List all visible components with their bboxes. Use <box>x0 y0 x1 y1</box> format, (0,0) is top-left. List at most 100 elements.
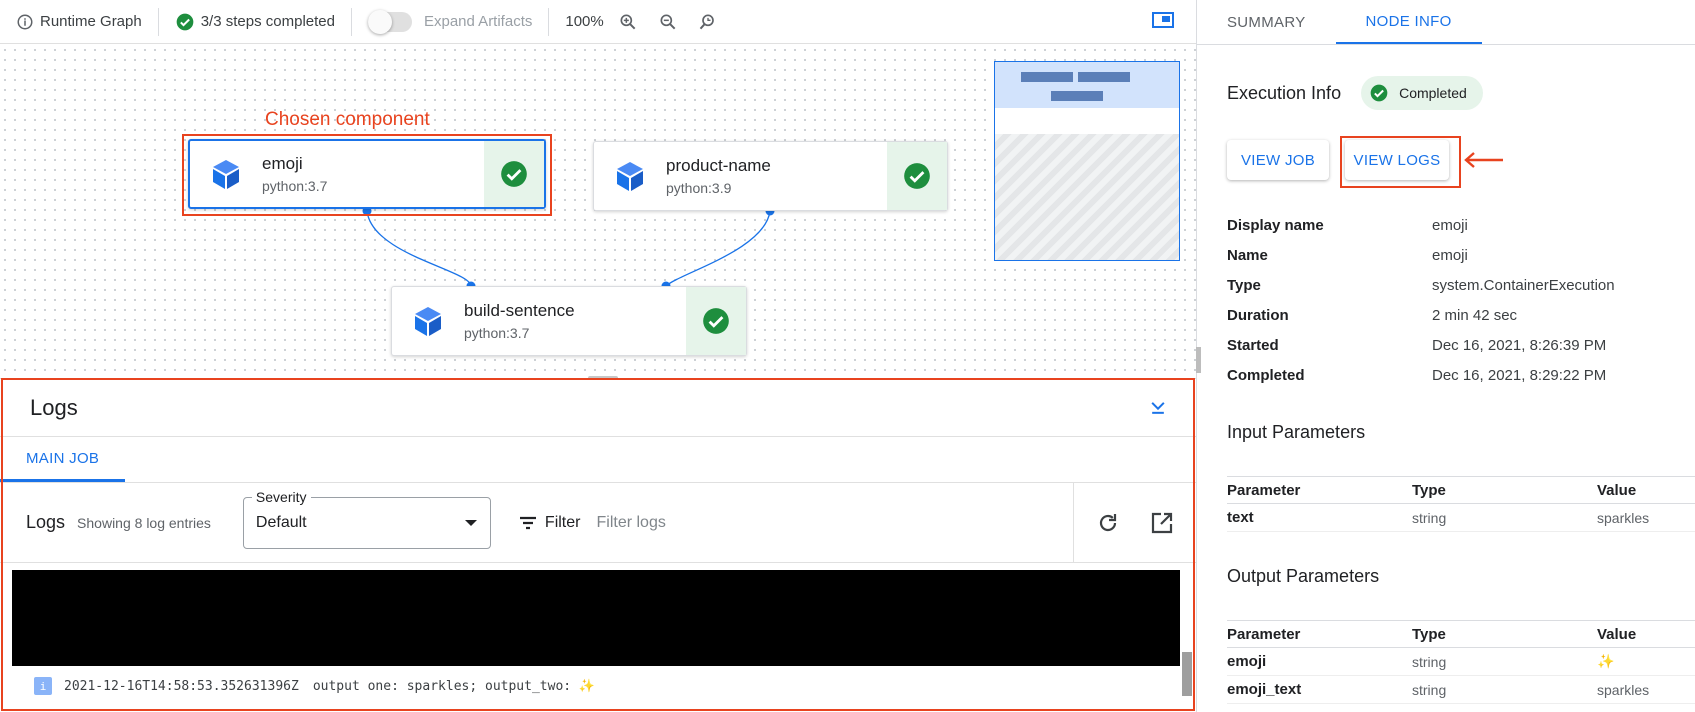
detail-key: Started <box>1227 336 1279 354</box>
detail-value: system.ContainerExecution <box>1432 276 1615 294</box>
minimap-empty-area <box>995 134 1179 260</box>
table-row: emoji string ✨ <box>1227 648 1695 676</box>
node-status <box>484 141 544 207</box>
param-type: string <box>1412 653 1447 670</box>
runtime-graph-text: Runtime Graph <box>40 13 142 30</box>
tab-node-info[interactable]: NODE INFO <box>1335 0 1482 44</box>
check-circle-icon <box>176 13 194 30</box>
minimap-node <box>1078 72 1130 82</box>
param-name: emoji_text <box>1227 681 1302 698</box>
check-circle-icon <box>1370 84 1388 102</box>
steps-status: 3/3 steps completed <box>159 0 351 43</box>
node-status <box>686 287 746 355</box>
minimap-viewport[interactable] <box>995 62 1179 108</box>
node-title: product-name <box>666 156 771 175</box>
steps-text: 3/3 steps completed <box>200 13 335 30</box>
minimap-node <box>1021 72 1073 82</box>
table-header: Parameter Type Value <box>1227 476 1695 504</box>
detail-key: Duration <box>1227 306 1289 324</box>
check-circle-icon <box>703 308 729 334</box>
column-header: Type <box>1412 625 1446 643</box>
detail-row: Completed Dec 16, 2021, 8:29:22 PM <box>1227 360 1695 390</box>
detail-row: Type system.ContainerExecution <box>1227 270 1695 300</box>
chosen-component-annotation: Chosen component <box>265 109 430 130</box>
check-circle-icon <box>501 161 527 187</box>
execution-details: Display name emoji Name emoji Type system.C… <box>1227 210 1695 390</box>
cube-icon <box>392 305 464 337</box>
detail-value: emoji <box>1432 216 1468 234</box>
column-header: Parameter <box>1227 625 1301 643</box>
tab-summary[interactable]: SUMMARY <box>1197 0 1336 44</box>
edge-product-build <box>665 210 771 287</box>
execution-info-row: Execution Info Completed <box>1227 76 1483 110</box>
node-image: python:3.9 <box>666 180 732 196</box>
zoom-level: 100% <box>565 13 604 30</box>
graph-minimap[interactable] <box>994 61 1180 261</box>
check-circle-icon <box>904 163 930 189</box>
detail-key: Completed <box>1227 366 1305 384</box>
zoom-in-button[interactable] <box>618 12 644 32</box>
minimap-icon <box>1152 12 1174 28</box>
graph-canvas[interactable]: Chosen component emoji python:3.7 produc… <box>0 45 1196 375</box>
zoom-out-icon <box>660 14 676 29</box>
detail-value: Dec 16, 2021, 8:26:39 PM <box>1432 336 1607 354</box>
param-value: sparkles <box>1597 681 1650 698</box>
table-row: emoji_text string sparkles <box>1227 676 1695 704</box>
detail-row: Display name emoji <box>1227 210 1695 240</box>
node-image: python:3.7 <box>262 178 328 194</box>
column-header: Value <box>1597 481 1637 499</box>
toggle-switch[interactable] <box>367 9 412 34</box>
minimap-node <box>1051 91 1103 101</box>
detail-key: Type <box>1227 276 1261 294</box>
edge-emoji-build <box>366 210 472 287</box>
node-image: python:3.7 <box>464 325 530 341</box>
cube-icon <box>594 160 666 192</box>
node-details-panel: SUMMARY NODE INFO Execution Info Complet… <box>1196 0 1695 712</box>
minimap-toggle-button[interactable] <box>1152 11 1174 33</box>
status-text: Completed <box>1399 85 1467 101</box>
param-name: text <box>1227 509 1254 526</box>
detail-value: Dec 16, 2021, 8:29:22 PM <box>1432 366 1607 384</box>
column-header: Type <box>1412 481 1446 499</box>
status-badge: Completed <box>1361 76 1483 110</box>
logs-highlight <box>1 378 1195 711</box>
detail-row: Name emoji <box>1227 240 1695 270</box>
param-type: string <box>1412 681 1447 698</box>
zoom-in-icon <box>620 14 636 29</box>
detail-row: Started Dec 16, 2021, 8:26:39 PM <box>1227 330 1695 360</box>
table-header: Parameter Type Value <box>1227 620 1695 648</box>
param-value: ✨ <box>1597 653 1615 669</box>
node-title: build-sentence <box>464 301 575 320</box>
node-build-sentence[interactable]: build-sentence python:3.7 <box>391 286 747 356</box>
input-parameters-table: Parameter Type Value text string sparkle… <box>1227 476 1695 532</box>
details-tabbar: SUMMARY NODE INFO <box>1197 0 1695 45</box>
input-parameters-title: Input Parameters <box>1227 422 1366 442</box>
arrow-left-icon <box>1464 152 1503 168</box>
param-value: sparkles <box>1597 509 1650 526</box>
toggle-knob <box>367 9 392 34</box>
detail-value: 2 min 42 sec <box>1432 306 1518 324</box>
table-row: text string sparkles <box>1227 504 1695 532</box>
info-icon <box>17 14 33 29</box>
param-type: string <box>1412 509 1447 526</box>
zoom-reset-icon <box>699 14 714 29</box>
node-product-name[interactable]: product-name python:3.9 <box>593 141 948 211</box>
graph-toolbar: Runtime Graph 3/3 steps completed Expand… <box>0 0 1196 44</box>
zoom-reset-button[interactable] <box>698 12 724 32</box>
panel-scrollbar[interactable] <box>1196 347 1201 373</box>
zoom-controls: 100% <box>549 0 739 43</box>
execution-info-title: Execution Info <box>1227 82 1342 103</box>
detail-row: Duration 2 min 42 sec <box>1227 300 1695 330</box>
node-emoji[interactable]: emoji python:3.7 <box>188 139 546 209</box>
runtime-graph-label: Runtime Graph <box>0 0 158 43</box>
detail-key: Display name <box>1227 216 1324 234</box>
expand-artifacts-toggle[interactable]: Expand Artifacts <box>352 0 548 43</box>
detail-key: Name <box>1227 246 1268 264</box>
zoom-out-button[interactable] <box>658 12 684 32</box>
column-header: Value <box>1597 625 1637 643</box>
expand-artifacts-label: Expand Artifacts <box>423 13 533 30</box>
view-logs-highlight <box>1340 136 1461 188</box>
view-job-button[interactable]: VIEW JOB <box>1227 140 1329 180</box>
node-title: emoji <box>262 154 303 173</box>
output-parameters-table: Parameter Type Value emoji string ✨ emoj… <box>1227 620 1695 704</box>
